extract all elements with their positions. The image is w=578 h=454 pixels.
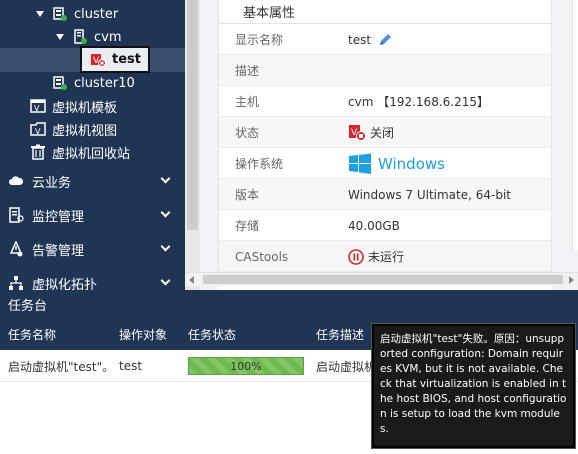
prop-label: 主机 <box>235 95 260 109</box>
prop-value: Windows <box>378 154 445 173</box>
chevron-down-icon <box>160 173 171 184</box>
prop-value-wrap: 未运行 <box>348 241 404 272</box>
prop-row-storage: 存储 40.00GB <box>219 210 551 241</box>
menu-label: 云业务 <box>32 175 72 191</box>
nav-label: 虚拟机视图 <box>52 123 118 139</box>
side-card <box>572 0 578 250</box>
column-header-task-name[interactable]: 任务名称 <box>8 318 56 350</box>
tree-item-label: cluster <box>74 6 119 22</box>
prop-label: 状态 <box>235 126 260 140</box>
scroll-right-icon[interactable] <box>569 276 574 284</box>
tooltip-text: 启动虚拟机"test"失败。原因：unsupported configurati… <box>380 333 567 435</box>
basic-properties-panel: 基本属性 显示名称 test 描述 主机 cvm 【192.168.6.215】… <box>218 0 552 272</box>
chevron-down-icon <box>160 275 171 286</box>
scrollbar-thumb[interactable] <box>203 275 563 284</box>
prop-value: 未运行 <box>368 250 405 264</box>
expand-arrow-icon[interactable] <box>36 11 44 17</box>
task-panel-title: 任务台 <box>0 290 578 318</box>
menu-alarm[interactable]: 告警管理 <box>0 232 185 266</box>
tree-item-cluster[interactable]: cluster <box>36 3 118 25</box>
sidebar-scrollbar[interactable] <box>185 0 200 290</box>
nav-item-vm-view[interactable]: V 虚拟机视图 <box>30 118 117 140</box>
vm-template-icon: V <box>30 98 46 114</box>
prop-row-host: 主机 cvm 【192.168.6.215】 <box>219 86 551 117</box>
prop-label: CAStools <box>235 249 289 264</box>
scroll-left-icon[interactable] <box>189 276 194 284</box>
prop-row-version: 版本 Windows 7 Ultimate, 64-bit <box>219 179 551 210</box>
prop-row-castools: CAStools 未运行 <box>219 241 551 272</box>
topology-icon <box>8 275 24 290</box>
menu-label: 监控管理 <box>32 209 85 225</box>
prop-value-wrap: V 关闭 <box>348 117 394 148</box>
tree-item-label: test <box>112 52 141 67</box>
prop-value: 关闭 <box>370 126 395 140</box>
chevron-down-icon <box>160 241 171 252</box>
task-panel-title-text: 任务台 <box>8 298 48 314</box>
expand-arrow-icon[interactable] <box>56 34 64 40</box>
menu-topology[interactable]: 虚拟化拓扑 <box>0 266 185 290</box>
prop-row-status: 状态 V 关闭 <box>219 117 551 148</box>
vm-view-icon: V <box>30 121 46 137</box>
task-target-cell: test <box>119 359 143 373</box>
prop-value-wrap: test <box>348 24 393 55</box>
recycle-bin-icon <box>30 144 46 160</box>
sidebar: cluster cvm V test cluster10 V 虚拟机模板 V 虚… <box>0 0 185 290</box>
vm-stopped-icon: V <box>90 52 106 68</box>
svg-text:V: V <box>34 104 40 113</box>
prop-row-display-name: 显示名称 test <box>219 24 551 55</box>
prop-value: cvm 【192.168.6.215】 <box>348 95 489 109</box>
column-header-description[interactable]: 任务描述 <box>316 318 364 350</box>
tree-item-cvm[interactable]: cvm <box>56 26 122 48</box>
host-icon <box>72 29 88 45</box>
prop-value: test <box>348 32 372 47</box>
nav-item-vm-template[interactable]: V 虚拟机模板 <box>30 95 117 117</box>
menu-label: 告警管理 <box>32 243 85 259</box>
horizontal-scrollbar[interactable] <box>185 272 578 286</box>
menu-cloud[interactable]: 云业务 <box>0 164 185 198</box>
prop-label: 显示名称 <box>235 33 284 47</box>
tree-item-test[interactable]: V test <box>80 46 150 73</box>
tree-item-cluster10[interactable]: cluster10 <box>52 72 135 94</box>
menu-monitor[interactable]: 监控管理 <box>0 198 185 232</box>
alarm-icon <box>8 241 24 257</box>
task-name-cell: 启动虚拟机"test"。 <box>8 359 115 374</box>
not-running-icon <box>348 248 364 265</box>
prop-label: 存储 <box>235 219 260 233</box>
prop-label: 描述 <box>235 64 260 78</box>
menu-label: 虚拟化拓扑 <box>32 277 98 291</box>
prop-value: 40.00GB <box>348 218 400 233</box>
error-tooltip: 启动虚拟机"test"失败。原因：unsupported configurati… <box>372 324 575 448</box>
prop-row-os: 操作系统 Windows <box>219 148 551 179</box>
prop-value: Windows 7 Ultimate, 64-bit <box>348 187 512 202</box>
scrollbar-thumb[interactable] <box>187 0 198 230</box>
nav-label: 虚拟机模板 <box>52 100 118 116</box>
column-header-status[interactable]: 任务状态 <box>188 318 236 350</box>
edit-pencil-icon[interactable] <box>377 32 393 48</box>
chevron-down-icon <box>160 207 171 218</box>
tree-item-label: cvm <box>94 29 122 45</box>
panel-title: 基本属性 <box>219 0 551 24</box>
nav-label: 虚拟机回收站 <box>52 146 131 162</box>
column-header-target[interactable]: 操作对象 <box>119 318 167 350</box>
progress-label: 100% <box>230 359 262 373</box>
cluster-icon <box>52 6 68 22</box>
vm-stopped-icon: V <box>348 124 368 142</box>
prop-label: 版本 <box>235 188 260 202</box>
prop-value-wrap: Windows <box>348 148 445 179</box>
prop-label: 操作系统 <box>235 157 284 171</box>
task-progress-bar: 100% <box>188 357 304 375</box>
tree-item-label: cluster10 <box>74 75 135 91</box>
content-background <box>200 0 218 290</box>
prop-row-description: 描述 <box>219 55 551 86</box>
windows-logo-icon <box>348 153 372 175</box>
cloud-icon <box>8 173 24 189</box>
monitor-icon <box>8 207 24 223</box>
cluster-icon <box>52 75 68 91</box>
task-description-cell[interactable]: 启动虚拟机 <box>316 350 376 382</box>
svg-text:V: V <box>35 127 41 136</box>
nav-item-vm-recycle[interactable]: 虚拟机回收站 <box>30 141 130 163</box>
